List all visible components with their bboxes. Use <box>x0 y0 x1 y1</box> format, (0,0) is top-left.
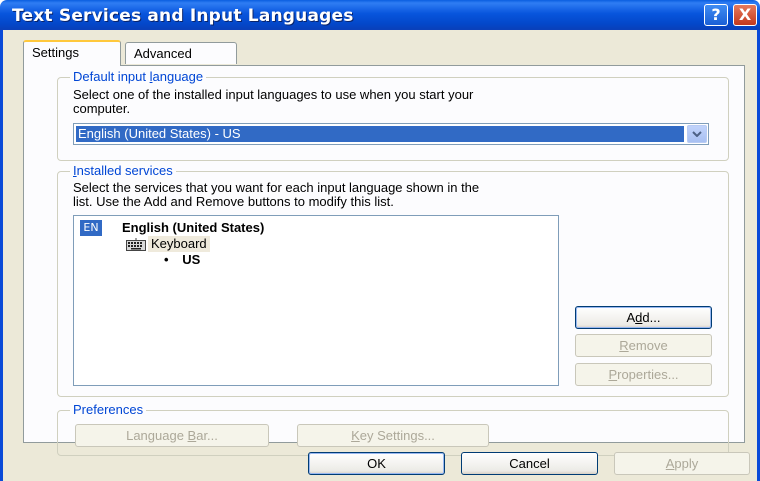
tab-advanced[interactable]: Advanced <box>125 42 237 64</box>
installed-services-description-2: list. Use the Add and Remove buttons to … <box>73 194 394 209</box>
help-icon: ? <box>711 5 721 24</box>
keyboard-icon <box>126 238 146 255</box>
tab-advanced-label: Advanced <box>134 46 192 61</box>
preferences-group-label: Preferences <box>70 402 147 417</box>
close-icon: X <box>738 5 752 24</box>
settings-panel: Default input language Select one of the… <box>23 65 745 456</box>
language-badge: EN <box>80 220 102 236</box>
tab-settings[interactable]: Settings <box>23 40 121 66</box>
help-button[interactable]: ? <box>704 4 728 26</box>
layout-bullet: • <box>164 252 169 267</box>
ok-button[interactable]: OK <box>308 452 445 475</box>
add-button[interactable]: Add... <box>575 306 712 329</box>
key-settings-button-label: Key Settings... <box>351 428 435 443</box>
keyboard-label: Keyboard <box>148 236 210 252</box>
add-button-label: Add... <box>626 310 661 325</box>
dialog-window: Text Services and Input Languages ? X Se… <box>0 0 760 481</box>
close-button[interactable]: X <box>733 4 757 26</box>
default-language-select[interactable]: English (United States) - US <box>73 123 709 145</box>
language-bar-button-label: Language Bar... <box>126 428 218 443</box>
dialog-body: Settings Advanced Default input language… <box>0 30 760 481</box>
default-language-description-1: Select one of the installed input langua… <box>73 87 474 102</box>
properties-button[interactable]: Properties... <box>575 363 712 386</box>
properties-button-label: Properties... <box>608 367 679 382</box>
layout-label: US <box>182 252 201 267</box>
ok-button-label: OK <box>367 456 386 471</box>
default-language-description-2: computer. <box>73 101 131 116</box>
default-language-group-label: Default input language <box>70 69 207 84</box>
remove-button-label: Remove <box>619 338 668 353</box>
language-bar-button[interactable]: Language Bar... <box>75 424 269 447</box>
apply-button[interactable]: Apply <box>614 452 750 475</box>
window-title: Text Services and Input Languages <box>12 6 354 26</box>
language-name: English (United States) <box>122 220 265 235</box>
installed-services-description-1: Select the services that you want for ea… <box>73 180 480 195</box>
cancel-button[interactable]: Cancel <box>461 452 598 475</box>
title-bar[interactable]: Text Services and Input Languages ? X <box>0 0 760 30</box>
remove-button[interactable]: Remove <box>575 334 712 357</box>
installed-services-group-label: Installed services <box>70 163 176 178</box>
tab-settings-label: Settings <box>32 45 79 60</box>
installed-services-tree[interactable]: EN English (United States) Keyboard • US <box>73 215 559 386</box>
default-language-selected-value: English (United States) - US <box>76 126 684 142</box>
key-settings-button[interactable]: Key Settings... <box>297 424 489 447</box>
apply-button-label: Apply <box>665 456 699 471</box>
tree-item-layout[interactable]: • US <box>164 252 200 268</box>
chevron-down-icon[interactable] <box>687 125 707 143</box>
cancel-button-label: Cancel <box>509 456 550 471</box>
